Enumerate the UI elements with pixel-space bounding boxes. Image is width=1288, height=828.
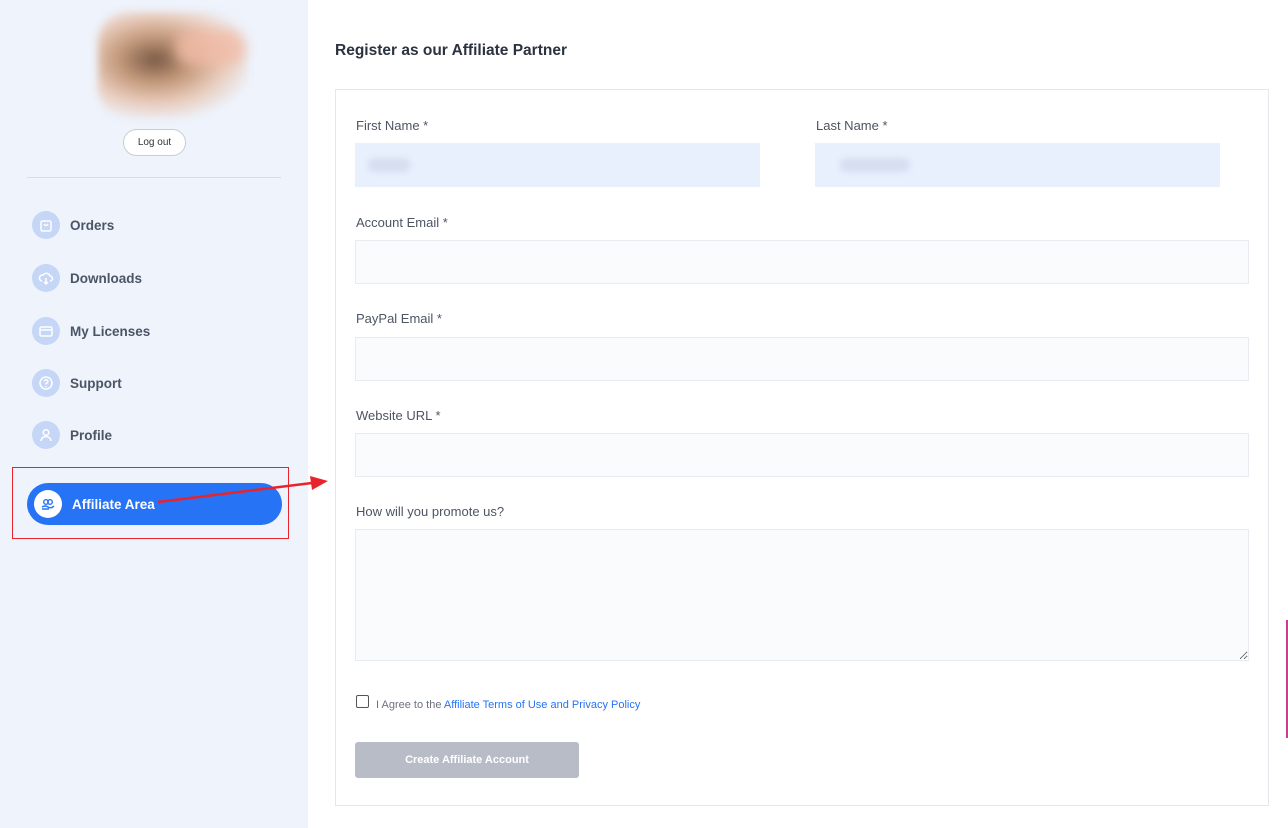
last-name-label: Last Name * — [816, 118, 888, 133]
redacted-value — [368, 158, 410, 172]
promote-textarea[interactable] — [355, 529, 1249, 661]
sidebar-item-label: My Licenses — [70, 323, 151, 339]
promote-label: How will you promote us? — [356, 504, 505, 519]
annotation-highlight-box — [12, 467, 289, 539]
sidebar-item-profile[interactable]: Profile — [32, 420, 112, 450]
avatar-blur — [175, 30, 245, 66]
sidebar-item-label: Orders — [70, 217, 115, 233]
first-name-label: First Name * — [356, 118, 429, 133]
sidebar-item-label: Profile — [70, 427, 113, 443]
paypal-email-field[interactable] — [355, 337, 1249, 381]
create-affiliate-account-button[interactable]: Create Affiliate Account — [355, 742, 579, 778]
sidebar-item-label: Support — [70, 375, 122, 391]
shopping-bag-icon — [32, 211, 60, 239]
sidebar-item-my-licenses[interactable]: My Licenses — [32, 316, 150, 346]
page-title: Register as our Affiliate Partner — [335, 42, 567, 59]
question-circle-icon — [32, 369, 60, 397]
agree-text: I Agree to the Affiliate Terms of Use an… — [376, 699, 640, 711]
credit-card-icon — [32, 317, 60, 345]
sidebar-item-support[interactable]: Support — [32, 368, 122, 398]
redacted-value — [840, 158, 910, 172]
agree-prefix: I Agree to the — [376, 699, 444, 711]
agree-checkbox[interactable] — [356, 695, 369, 708]
account-email-field[interactable] — [355, 240, 1249, 284]
cloud-download-icon — [32, 264, 60, 292]
last-name-field[interactable] — [815, 143, 1220, 187]
sidebar-item-label: Downloads — [70, 270, 143, 286]
first-name-field[interactable] — [355, 143, 760, 187]
sidebar-item-downloads[interactable]: Downloads — [32, 263, 142, 293]
logout-button[interactable]: Log out — [123, 129, 186, 156]
website-url-label: Website URL * — [356, 408, 441, 423]
sidebar-divider — [27, 177, 281, 178]
sidebar: Log out Orders Downloads My Licenses Sup… — [0, 0, 308, 828]
sidebar-item-orders[interactable]: Orders — [32, 210, 114, 240]
paypal-email-label: PayPal Email * — [356, 311, 442, 326]
terms-link[interactable]: Affiliate Terms of Use and Privacy Polic… — [444, 699, 640, 711]
user-icon — [32, 421, 60, 449]
website-url-field[interactable] — [355, 433, 1249, 477]
account-email-label: Account Email * — [356, 215, 448, 230]
